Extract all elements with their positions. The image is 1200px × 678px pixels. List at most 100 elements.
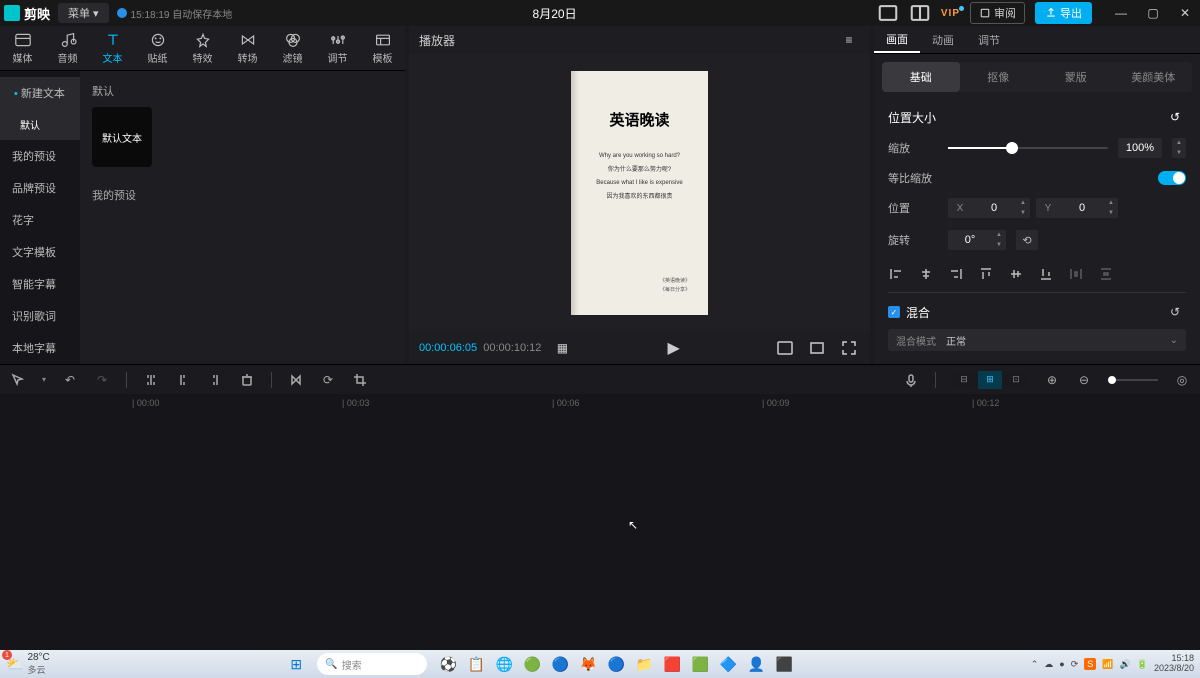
start-icon[interactable]: ⊞ (283, 652, 309, 676)
subtab-cutout[interactable]: 抠像 (960, 62, 1038, 92)
minimize-icon[interactable]: — (1110, 4, 1132, 22)
dist-v-icon[interactable] (1098, 266, 1114, 282)
tb-chrome[interactable]: 🌐 (491, 652, 517, 676)
frame-icon[interactable] (774, 339, 796, 357)
delete-icon[interactable] (239, 372, 255, 388)
rotation-reset-icon[interactable]: ⟲ (1022, 234, 1031, 247)
tray-volume-icon[interactable]: 🔊 (1120, 659, 1131, 670)
rotation-input[interactable] (948, 230, 992, 250)
sidebar-item-template[interactable]: 文字模板 (0, 236, 80, 268)
tray-app-icon[interactable]: ● (1059, 659, 1064, 669)
align-left-icon[interactable] (888, 266, 904, 282)
subtab-basic[interactable]: 基础 (882, 62, 960, 92)
tb-firefox[interactable]: 🦊 (575, 652, 601, 676)
tb-app-7[interactable]: 🔷 (715, 652, 741, 676)
subtab-mask[interactable]: 蒙版 (1037, 62, 1115, 92)
tab-audio[interactable]: 音频 (45, 26, 90, 70)
sidebar-item-local[interactable]: 本地字幕 (0, 332, 80, 364)
tb-app-5[interactable]: 🟥 (659, 652, 685, 676)
tray-sync-icon[interactable]: ⟳ (1071, 659, 1079, 670)
mic-icon[interactable] (903, 372, 919, 388)
zoom-slider[interactable] (1108, 379, 1158, 381)
align-vcenter-icon[interactable] (1008, 266, 1024, 282)
tray-battery-icon[interactable]: 🔋 (1137, 659, 1148, 670)
x-input[interactable] (972, 198, 1016, 218)
tb-edge[interactable]: 🔵 (547, 652, 573, 676)
rotation-spinner[interactable]: ▲▼ (992, 230, 1006, 250)
magnet-icon[interactable]: ⊕ (1044, 372, 1060, 388)
reset-pos-icon[interactable]: ↺ (1164, 108, 1186, 126)
tb-app-1[interactable]: ⚽ (435, 652, 461, 676)
blend-mode-select[interactable]: 混合模式正常 ⌄ (888, 329, 1186, 351)
undo-icon[interactable]: ↶ (62, 372, 78, 388)
crop-icon[interactable] (352, 372, 368, 388)
y-input[interactable] (1060, 198, 1104, 218)
sidebar-item-brand[interactable]: 品牌预设 (0, 172, 80, 204)
review-button[interactable]: 审阅 (970, 2, 1025, 24)
tab-template[interactable]: 模板 (360, 26, 405, 70)
tab-effects[interactable]: 特效 (180, 26, 225, 70)
inspector-tab-adjust[interactable]: 调节 (966, 26, 1012, 53)
equal-scale-toggle[interactable] (1158, 171, 1186, 185)
tb-app-6[interactable]: 🟩 (687, 652, 713, 676)
tb-app-4[interactable]: 🔵 (603, 652, 629, 676)
tray-cloud-icon[interactable]: ☁ (1044, 659, 1053, 670)
fullscreen-icon[interactable] (838, 339, 860, 357)
inspector-tab-anim[interactable]: 动画 (920, 26, 966, 53)
tray-wifi-icon[interactable]: 📶 (1102, 659, 1113, 670)
inspector-tab-canvas[interactable]: 画面 (874, 26, 920, 53)
x-spinner[interactable]: ▲▼ (1016, 198, 1030, 218)
vip-badge[interactable]: VIP (941, 8, 960, 19)
weather-widget[interactable]: 1 ⛅ 28°C多云 (6, 652, 50, 676)
preview-canvas[interactable]: 英语晚读 Why are you working so hard? 你为什么要那… (409, 54, 870, 332)
ruler[interactable]: | 00:00 | 00:03 | 00:06 | 00:09 | 00:12 (0, 394, 1200, 412)
tb-app-2[interactable]: 📋 (463, 652, 489, 676)
export-button[interactable]: 导出 (1035, 2, 1092, 24)
tray-chevron-icon[interactable]: ⌃ (1031, 659, 1039, 670)
align-top-icon[interactable] (978, 266, 994, 282)
play-icon[interactable]: ▶ (663, 339, 685, 357)
align-hcenter-icon[interactable] (918, 266, 934, 282)
sidebar-item-default[interactable]: 默认 (0, 109, 80, 140)
fit-icon[interactable]: ◎ (1174, 372, 1190, 388)
sidebar-item-new-text[interactable]: •新建文本 (0, 77, 80, 109)
pointer-tool-icon[interactable] (10, 372, 26, 388)
rotate-icon[interactable]: ⟳ (320, 372, 336, 388)
sidebar-item-mypreset[interactable]: 我的预设 (0, 140, 80, 172)
close-icon[interactable]: ✕ (1174, 4, 1196, 22)
tb-explorer[interactable]: 📁 (631, 652, 657, 676)
scale-slider[interactable] (948, 147, 1108, 149)
tab-sticker[interactable]: 贴纸 (135, 26, 180, 70)
grid-icon[interactable]: ▦ (551, 339, 573, 357)
tb-jianying[interactable]: ⬛ (771, 652, 797, 676)
sidebar-item-smart[interactable]: 智能字幕 (0, 268, 80, 300)
search-input[interactable]: 🔍 搜索 (317, 653, 427, 675)
ratio-icon[interactable] (806, 339, 828, 357)
mode-1-button[interactable]: ⊟ (952, 371, 976, 389)
align-right-icon[interactable] (948, 266, 964, 282)
tab-transition[interactable]: 转场 (225, 26, 270, 70)
y-spinner[interactable]: ▲▼ (1104, 198, 1118, 218)
tb-app-8[interactable]: 👤 (743, 652, 769, 676)
scale-input[interactable] (1118, 138, 1162, 158)
zoom-out-icon[interactable]: ⊖ (1076, 372, 1092, 388)
menu-button[interactable]: 菜单 ▾ (58, 3, 109, 23)
split-icon[interactable] (143, 372, 159, 388)
reset-blend-icon[interactable]: ↺ (1164, 303, 1186, 321)
mode-3-button[interactable]: ⊡ (1004, 371, 1028, 389)
align-bottom-icon[interactable] (1038, 266, 1054, 282)
mirror-h-icon[interactable] (288, 372, 304, 388)
sidebar-item-lyrics[interactable]: 识别歌词 (0, 300, 80, 332)
tab-adjust[interactable]: 调节 (315, 26, 360, 70)
tb-app-3[interactable]: 🟢 (519, 652, 545, 676)
subtab-beauty[interactable]: 美颜美体 (1115, 62, 1193, 92)
tab-text[interactable]: 文本 (90, 26, 135, 70)
scale-spinner[interactable]: ▲▼ (1172, 138, 1186, 158)
tab-media[interactable]: 媒体 (0, 26, 45, 70)
dist-h-icon[interactable] (1068, 266, 1084, 282)
layout-icon[interactable] (877, 4, 899, 22)
panel-icon[interactable] (909, 4, 931, 22)
split-left-icon[interactable] (175, 372, 191, 388)
redo-icon[interactable]: ↷ (94, 372, 110, 388)
preview-menu-icon[interactable]: ≡ (838, 31, 860, 49)
